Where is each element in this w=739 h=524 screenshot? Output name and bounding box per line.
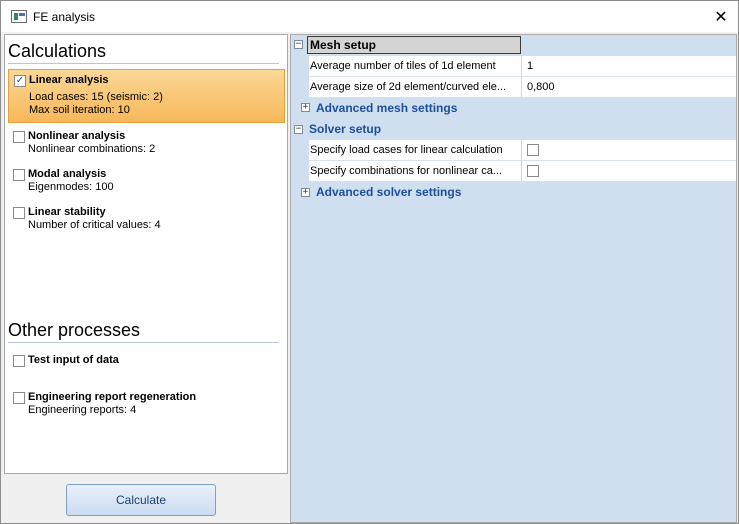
load-cases-checkbox[interactable] [527,144,539,156]
item-title: Modal analysis [28,168,107,180]
item-title: Nonlinear analysis [28,130,126,142]
property-label: Average number of tiles of 1d element [309,56,522,77]
property-label: Average size of 2d element/curved ele... [309,77,522,98]
fe-analysis-window: FE analysis ✕ Calculations ✓ Linear anal… [0,0,739,524]
item-title: Linear stability [28,206,106,218]
size-2d-value[interactable]: 0,800 [522,77,736,98]
window-title: FE analysis [33,10,96,24]
calculations-panel: Calculations ✓ Linear analysis Load case… [4,34,288,474]
item-title: Engineering report regeneration [28,391,197,403]
expand-icon[interactable]: + [301,103,310,112]
item-detail: Eigenmodes: 100 [28,181,114,193]
calc-item-report-regeneration[interactable]: Engineering report regeneration Engineer… [8,387,285,421]
load-cases-value[interactable] [522,140,736,161]
item-detail: Engineering reports: 4 [28,404,137,416]
calc-item-nonlinear-analysis[interactable]: Nonlinear analysis Nonlinear combination… [8,126,285,160]
calc-item-linear-analysis[interactable]: ✓ Linear analysis Load cases: 15 (seismi… [8,69,285,123]
item-title: Test input of data [28,354,119,366]
calc-item-test-input[interactable]: Test input of data [8,350,285,372]
calc-item-modal-analysis[interactable]: Modal analysis Eigenmodes: 100 [8,164,285,198]
property-label: Specify combinations for nonlinear ca... [309,161,522,182]
modal-analysis-checkbox[interactable] [13,169,25,181]
tiles-1d-value[interactable]: 1 [522,56,736,77]
collapse-icon[interactable]: − [294,125,303,134]
calc-item-linear-stability[interactable]: Linear stability Number of critical valu… [8,202,285,236]
test-input-checkbox[interactable] [13,355,25,367]
button-area: Calculate [4,476,288,522]
calculate-button[interactable]: Calculate [66,484,216,516]
collapse-icon[interactable]: − [294,40,303,49]
item-detail: Load cases: 15 (seismic: 2) [29,91,163,103]
item-title: Linear analysis [29,74,109,86]
nonlinear-combinations-value[interactable] [522,161,736,182]
title-bar[interactable]: FE analysis ✕ [1,1,738,32]
other-processes-heading: Other processes [8,320,279,343]
solver-setup-header[interactable]: Solver setup [309,122,381,136]
linear-stability-checkbox[interactable] [13,207,25,219]
item-detail: Nonlinear combinations: 2 [28,143,156,155]
property-label: Specify load cases for linear calculatio… [309,140,522,161]
report-regeneration-checkbox[interactable] [13,392,25,404]
advanced-solver-settings-header[interactable]: Advanced solver settings [316,185,461,199]
calculations-heading: Calculations [8,41,279,64]
property-grid: − Mesh setup Average number of tiles of … [290,34,737,523]
item-detail: Number of critical values: 4 [28,219,161,231]
item-detail: Max soil iteration: 10 [29,104,130,116]
nonlinear-analysis-checkbox[interactable] [13,131,25,143]
nonlinear-combinations-checkbox[interactable] [527,165,539,177]
advanced-mesh-settings-header[interactable]: Advanced mesh settings [316,101,457,115]
close-icon[interactable]: ✕ [710,6,732,28]
expand-icon[interactable]: + [301,188,310,197]
linear-analysis-checkbox[interactable]: ✓ [14,75,26,87]
app-icon [11,10,27,23]
mesh-setup-header[interactable]: Mesh setup [307,36,521,54]
